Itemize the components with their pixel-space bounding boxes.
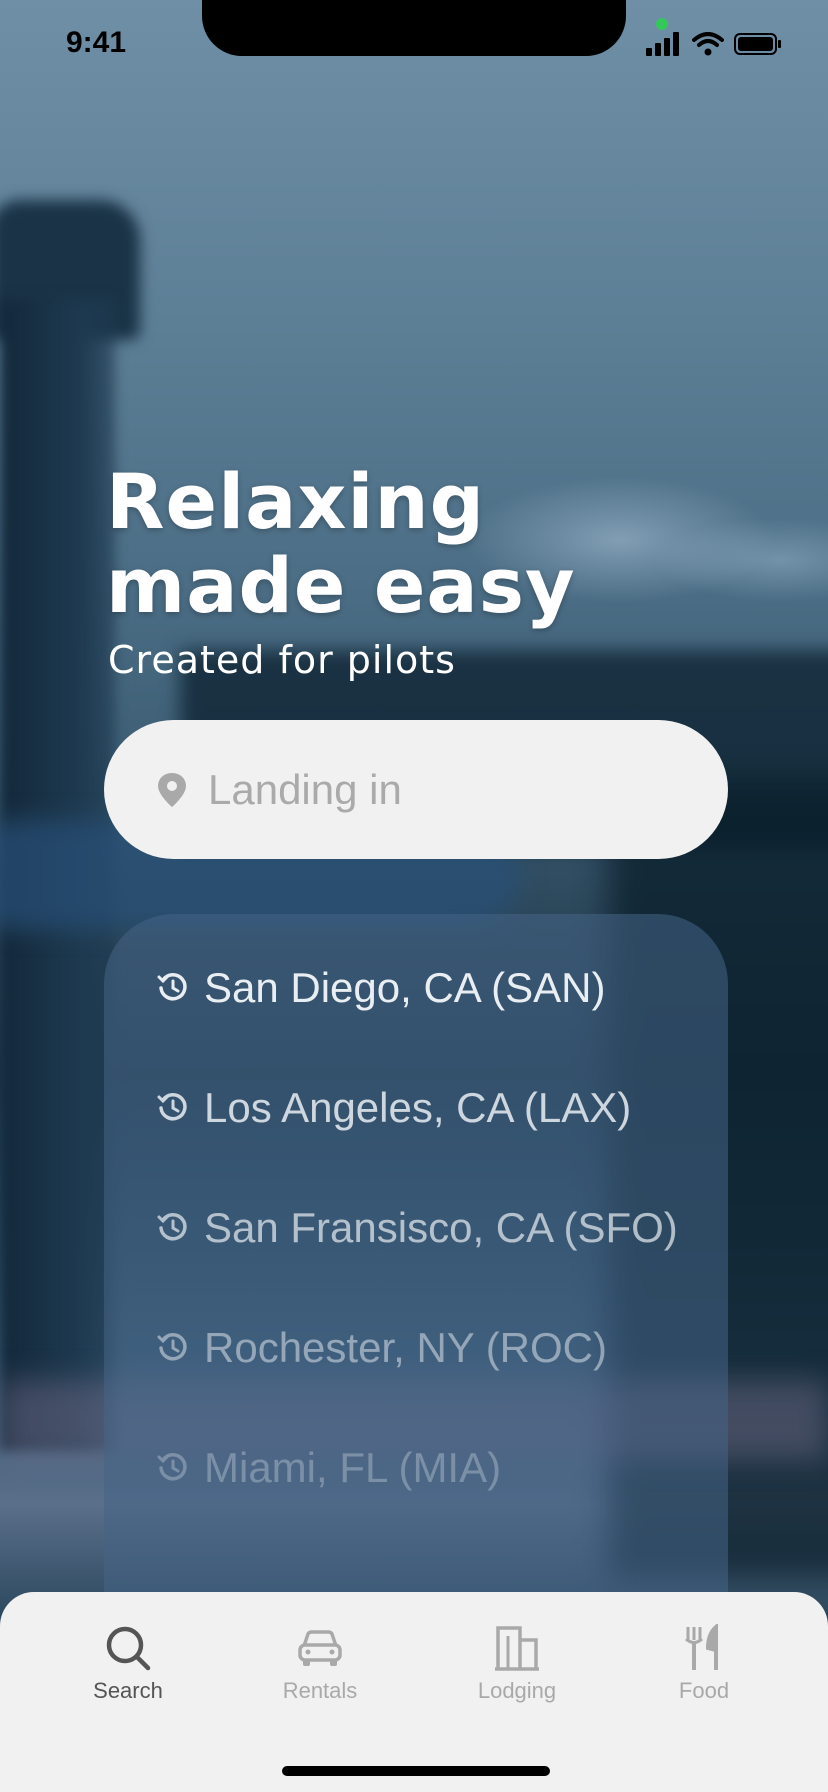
recent-item[interactable]: Rochester, NY (ROC) [156,1324,607,1372]
tab-bar: Search Rentals Lodging Food [0,1592,828,1792]
status-time: 9:41 [66,26,127,59]
history-icon [157,1332,187,1361]
recent-item[interactable]: San Fransisco, CA (SFO) [156,1204,678,1252]
battery-icon [734,33,781,55]
camera-indicator [656,18,668,30]
recent-item-label: Miami, FL (MIA) [204,1444,502,1491]
hero-title-line1: Relaxing [106,457,485,546]
fork-knife-icon [685,1624,718,1670]
tab-label: Search [93,1678,163,1703]
signal-icon [646,32,679,56]
home-indicator[interactable] [282,1766,550,1776]
recent-item-label: San Fransisco, CA (SFO) [204,1204,678,1251]
hero-title: Relaxing made easy [106,460,576,628]
tab-search[interactable]: Search [58,1624,198,1704]
search-icon [106,1626,151,1671]
location-pin-icon [158,772,186,807]
status-icons [646,32,782,56]
building-icon [495,1626,539,1671]
tab-food[interactable]: Food [634,1624,774,1704]
search-box[interactable] [104,720,728,859]
recent-item[interactable]: Los Angeles, CA (LAX) [156,1084,631,1132]
recent-item[interactable]: San Diego, CA (SAN) [156,964,606,1012]
history-icon [157,1452,187,1481]
hero-title-line2: made easy [106,541,576,630]
history-icon [157,1092,187,1121]
notch [202,0,626,56]
history-icon [157,972,187,1001]
hero-subtitle: Created for pilots [108,638,456,682]
recent-searches-panel: San Diego, CA (SAN) Los Angeles, CA (LAX… [104,914,728,1634]
recent-item-label: Rochester, NY (ROC) [204,1324,607,1371]
wifi-icon [692,32,724,56]
tab-label: Food [678,1678,730,1703]
tab-label: Rentals [282,1678,358,1703]
recent-item[interactable]: Miami, FL (MIA) [156,1444,501,1492]
status-bar: 9:41 [0,0,828,90]
recent-item-label: Los Angeles, CA (LAX) [204,1084,632,1131]
tab-label: Lodging [477,1678,557,1703]
tab-rentals[interactable]: Rentals [250,1624,390,1704]
car-icon [298,1630,342,1666]
landing-search-input[interactable] [206,764,690,815]
history-icon [157,1212,187,1241]
tab-lodging[interactable]: Lodging [447,1624,587,1704]
recent-item-label: San Diego, CA (SAN) [204,964,606,1011]
